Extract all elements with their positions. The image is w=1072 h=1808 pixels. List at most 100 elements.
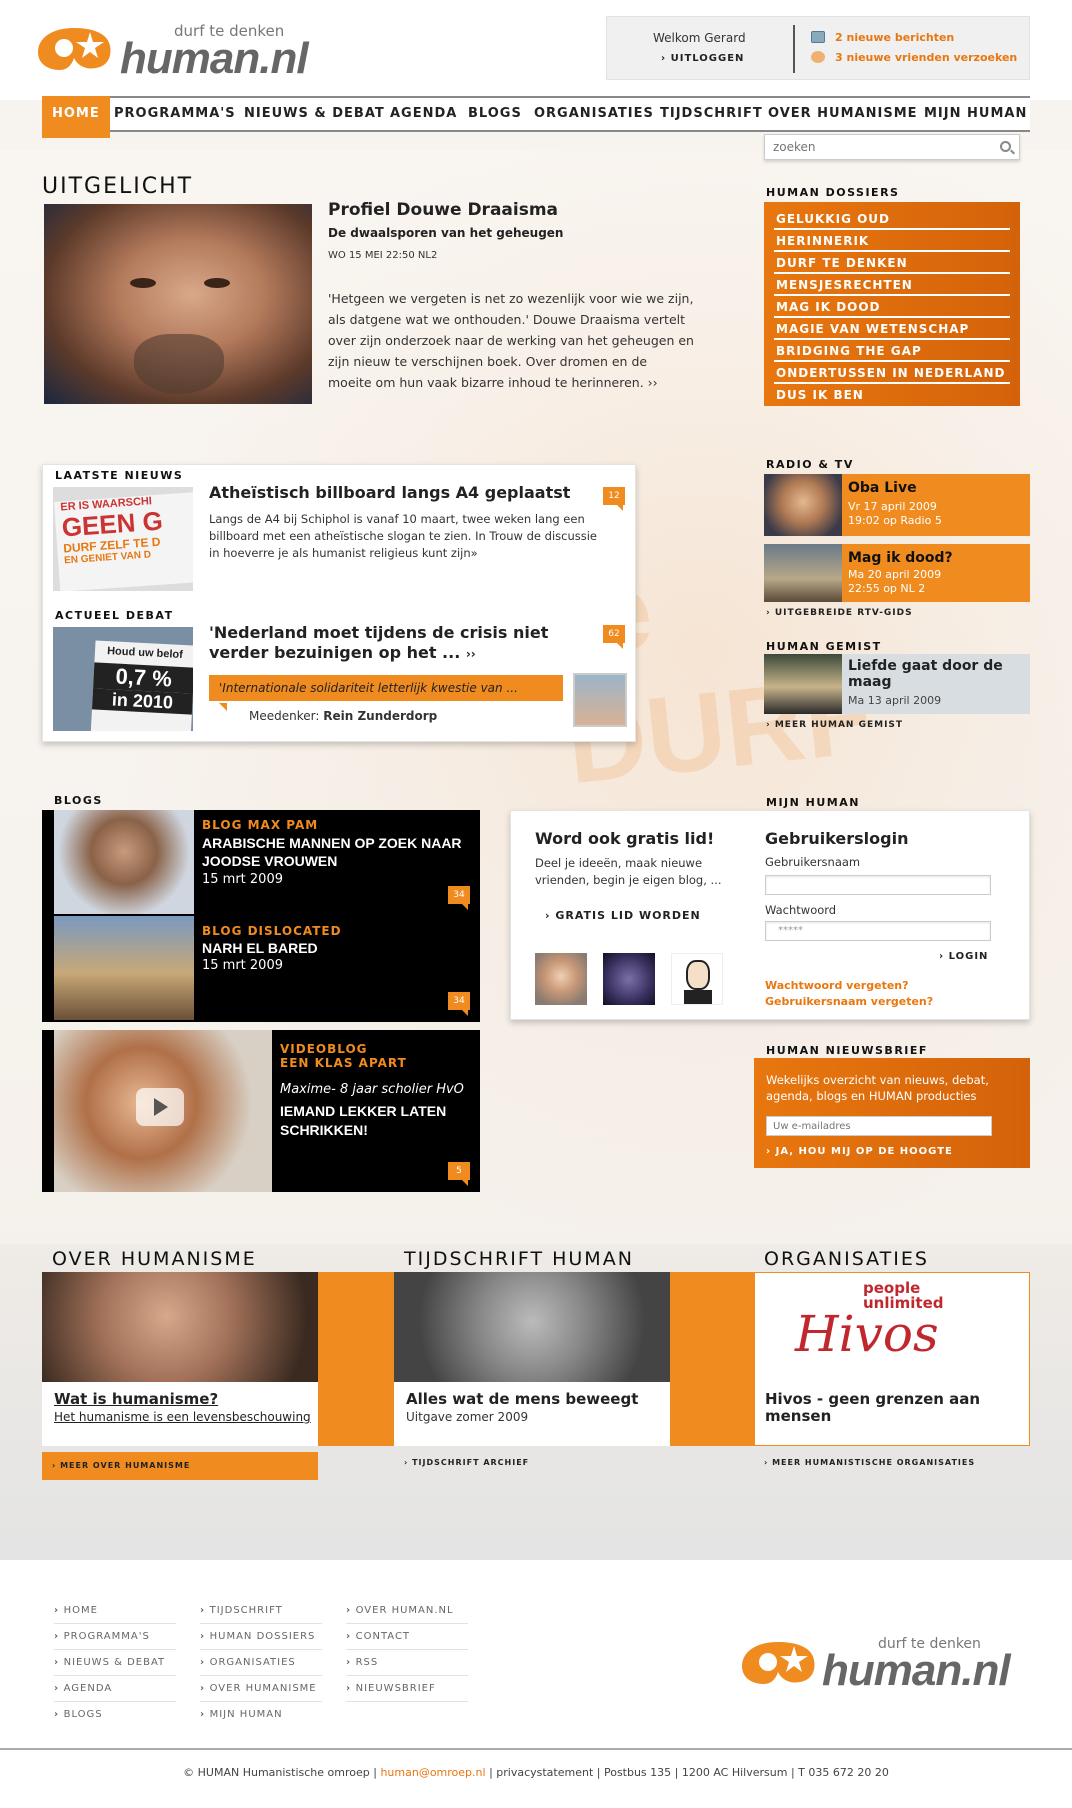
search-icon[interactable] — [1000, 141, 1011, 152]
humanisme-subtitle[interactable]: Het humanisme is een levensbeschouwing — [54, 1410, 311, 1424]
newsletter-submit-button[interactable]: JA, HOU MIJ OP DE HOOGTE — [766, 1146, 953, 1157]
tijdschrift-card[interactable]: Alles wat de mens beweegt Uitgave zomer … — [394, 1272, 670, 1446]
footer-link[interactable]: OVER HUMANISME — [200, 1676, 322, 1702]
organisaties-card[interactable]: people unlimited Hivos Hivos - geen gren… — [754, 1272, 1030, 1446]
gemist-more-link[interactable]: MEER HUMAN GEMIST — [766, 720, 903, 730]
footer-link[interactable]: PROGRAMMA'S — [54, 1624, 176, 1650]
video-subcategory[interactable]: EEN KLAS APART — [280, 1056, 407, 1070]
copyright-line: © HUMAN Humanistische omroep | human@omr… — [0, 1748, 1072, 1779]
video-category[interactable]: VIDEOBLOG — [280, 1042, 368, 1056]
dossier-item[interactable]: MAGIE VAN WETENSCHAP — [774, 318, 1010, 340]
nav-nieuws-debat[interactable]: NIEUWS & DEBAT — [244, 98, 385, 130]
humanisme-card[interactable]: Wat is humanisme? Het humanisme is een l… — [42, 1272, 318, 1446]
quote-pointer — [219, 703, 227, 711]
username-field[interactable] — [765, 875, 991, 895]
footer-link[interactable]: TIJDSCHRIFT — [200, 1598, 322, 1624]
humanisme-more-button[interactable]: MEER OVER HUMANISME — [42, 1452, 318, 1480]
nav-home[interactable]: HOME — [42, 96, 110, 138]
radio-tv-label: RADIO & TV — [766, 458, 854, 471]
dossier-item[interactable]: MAG IK DOOD — [774, 296, 1010, 318]
dossier-item[interactable]: DURF TE DENKEN — [774, 252, 1010, 274]
debater-avatar[interactable] — [573, 673, 627, 727]
nav-agenda[interactable]: AGENDA — [390, 98, 457, 130]
debate-more-link[interactable]: ›› — [466, 647, 476, 661]
debater-name[interactable]: Rein Zunderdorp — [323, 709, 437, 723]
login-button[interactable]: LOGIN — [939, 951, 988, 962]
password-field[interactable]: ***** — [765, 921, 991, 941]
footer-link[interactable]: CONTACT — [346, 1624, 468, 1650]
comment-count-badge[interactable]: 5 — [448, 1162, 470, 1186]
sign-line: Houd uw belof — [106, 645, 184, 662]
news-thumbnail[interactable]: ER IS WAARSCHI GEEN G DURF ZELF TE D EN … — [53, 487, 193, 591]
forgot-password-link[interactable]: Wachtwoord vergeten? — [765, 979, 909, 992]
nav-organisaties[interactable]: ORGANISATIES — [534, 98, 654, 130]
rtv-title: Oba Live — [848, 480, 917, 496]
footer-link[interactable]: NIEUWS & DEBAT — [54, 1650, 176, 1676]
dossier-item[interactable]: HERINNERIK — [774, 230, 1010, 252]
tijdschrift-title[interactable]: Alles wat de mens beweegt — [406, 1390, 638, 1408]
blog-category[interactable]: BLOG MAX PAM — [202, 818, 318, 832]
featured-title[interactable]: Profiel Douwe Draaisma — [328, 200, 558, 220]
blog-category[interactable]: BLOG DISLOCATED — [202, 924, 342, 938]
friend-requests-link[interactable]: 3 nieuwe vrienden verzoeken — [811, 51, 1017, 64]
footer-logo[interactable]: durf te denken human.nl — [738, 1632, 1038, 1695]
footer-link[interactable]: RSS — [346, 1650, 468, 1676]
nav-mijn-human[interactable]: MIJN HUMAN — [924, 98, 1027, 130]
news-title[interactable]: Atheïstisch billboard langs A4 geplaatst — [209, 483, 570, 502]
dossier-item[interactable]: ONDERTUSSEN IN NEDERLAND — [774, 362, 1010, 384]
video-title[interactable]: IEMAND LEKKER LATEN SCHRIKKEN! — [280, 1102, 460, 1140]
email-link[interactable]: human@omroep.nl — [380, 1766, 485, 1779]
nav-over-humanisme[interactable]: OVER HUMANISME — [768, 98, 918, 130]
footer-link[interactable]: ORGANISATIES — [200, 1650, 322, 1676]
nav-programmas[interactable]: PROGRAMMA'S — [114, 98, 236, 130]
video-thumbnail[interactable] — [54, 1030, 272, 1192]
debate-thumbnail[interactable]: Houd uw belof 0,7 % in 2010 — [53, 627, 193, 731]
humanisme-title[interactable]: Wat is humanisme? — [54, 1390, 218, 1408]
blog-thumbnail[interactable] — [54, 916, 194, 1020]
nav-blogs[interactable]: BLOGS — [468, 98, 522, 130]
footer-link[interactable]: HUMAN DOSSIERS — [200, 1624, 322, 1650]
join-button[interactable]: GRATIS LID WORDEN — [545, 909, 701, 922]
footer-link[interactable]: AGENDA — [54, 1676, 176, 1702]
member-avatar[interactable] — [535, 953, 587, 1005]
member-avatar[interactable] — [603, 953, 655, 1005]
search-box[interactable] — [764, 134, 1020, 160]
footer-link[interactable]: HOME — [54, 1598, 176, 1624]
tijdschrift-archive-link[interactable]: TIJDSCHRIFT ARCHIEF — [404, 1458, 529, 1467]
comment-count-badge[interactable]: 62 — [603, 625, 625, 649]
blog-title[interactable]: ARABISCHE MANNEN OP ZOEK NAAR JOODSE VRO… — [202, 834, 462, 870]
human-logo[interactable]: durf te denken human.nl — [34, 20, 334, 83]
organisaties-more-link[interactable]: MEER HUMANISTISCHE ORGANISATIES — [764, 1458, 975, 1467]
dossier-item[interactable]: DUS IK BEN — [774, 384, 1010, 406]
rtv-item[interactable]: Oba Live Vr 17 april 2009 19:02 op Radio… — [764, 474, 1030, 536]
comment-count-badge[interactable]: 34 — [448, 886, 470, 910]
search-input[interactable] — [765, 135, 975, 159]
dossier-item[interactable]: GELUKKIG OUD — [774, 208, 1010, 230]
comment-count-badge[interactable]: 34 — [448, 992, 470, 1016]
gemist-item[interactable]: Liefde gaat door de maag Ma 13 april 200… — [764, 654, 1030, 714]
protest-sign-image: Houd uw belof 0,7 % in 2010 — [90, 640, 193, 731]
play-button[interactable] — [136, 1088, 184, 1126]
forgot-username-link[interactable]: Gebruikersnaam vergeten? — [765, 995, 933, 1008]
dossier-item[interactable]: BRIDGING THE GAP — [774, 340, 1010, 362]
dossier-item[interactable]: MENSJESRECHTEN — [774, 274, 1010, 296]
newsletter-email-input[interactable] — [766, 1116, 992, 1136]
rtv-item[interactable]: Mag ik dood? Ma 20 april 2009 22:55 op N… — [764, 544, 1030, 602]
debate-title[interactable]: 'Nederland moet tijdens de crisis niet v… — [209, 623, 549, 664]
blog-thumbnail[interactable] — [54, 810, 194, 914]
blog-title[interactable]: NARH EL BARED — [202, 940, 318, 956]
footer-link[interactable]: BLOGS — [54, 1702, 176, 1728]
debate-quote[interactable]: 'Internationale solidariteit letterlijk … — [209, 675, 563, 701]
gemist-date: Ma 13 april 2009 — [848, 694, 942, 707]
logout-link[interactable]: UITLOGGEN — [661, 53, 744, 64]
rtv-guide-link[interactable]: UITGEBREIDE RTV-GIDS — [766, 608, 913, 618]
messages-link[interactable]: 2 nieuwe berichten — [811, 31, 954, 44]
comment-count-badge[interactable]: 12 — [603, 487, 625, 511]
footer-link[interactable]: OVER HUMAN.NL — [346, 1598, 468, 1624]
footer-link[interactable]: MIJN HUMAN — [200, 1702, 322, 1728]
featured-image[interactable] — [44, 204, 312, 404]
footer-link[interactable]: NIEUWSBRIEF — [346, 1676, 468, 1702]
member-avatar[interactable] — [671, 953, 723, 1005]
nav-tijdschrift[interactable]: TIJDSCHRIFT — [660, 98, 763, 130]
organisaties-title[interactable]: Hivos - geen grenzen aan mensen — [765, 1391, 1015, 1425]
